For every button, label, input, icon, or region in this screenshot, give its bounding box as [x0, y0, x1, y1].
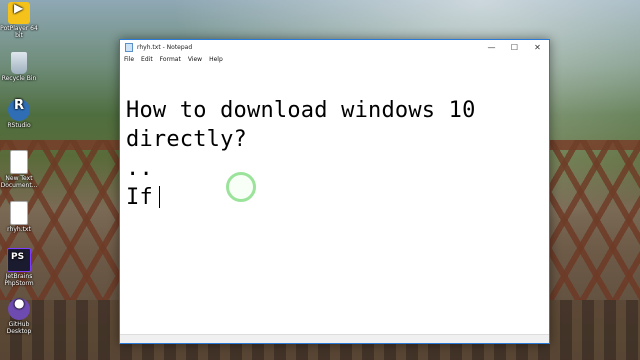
- window-controls: — ☐ ✕: [480, 40, 549, 54]
- desktop-icon-potplayer[interactable]: PotPlayer 64 bit: [0, 2, 38, 39]
- window-title: rhyh.txt - Notepad: [137, 43, 193, 51]
- phpstorm-icon: [7, 248, 31, 272]
- desktop-icon-rhyh-txt[interactable]: rhyh.txt: [0, 201, 38, 233]
- notepad-window: rhyh.txt - Notepad — ☐ ✕ File Edit Forma…: [119, 39, 550, 344]
- current-line-text: If: [126, 185, 153, 210]
- desktop-icon-label: New Text Document...: [0, 175, 38, 189]
- click-indicator: [226, 172, 256, 202]
- recycle-bin-icon: [11, 52, 27, 74]
- menu-bar: File Edit Format View Help: [120, 54, 549, 65]
- title-bar[interactable]: rhyh.txt - Notepad — ☐ ✕: [120, 40, 549, 54]
- github-desktop-icon: [8, 298, 30, 320]
- window-bottom-edge: [120, 334, 549, 343]
- text-line: How to download windows 10: [126, 98, 476, 123]
- notepad-icon: [125, 42, 133, 52]
- desktop-icon-label: JetBrains PhpStorm: [4, 273, 34, 287]
- text-caret: [158, 186, 160, 208]
- text-line: ..: [126, 156, 153, 181]
- desktop-icon-recycle-bin[interactable]: Recycle Bin: [0, 52, 38, 82]
- menu-file[interactable]: File: [124, 56, 134, 63]
- desktop-icon-label: Recycle Bin: [1, 75, 37, 82]
- menu-view[interactable]: View: [188, 56, 202, 63]
- text-document-icon: [10, 150, 28, 174]
- desktop-icon-label: PotPlayer 64 bit: [0, 25, 38, 39]
- desktop-icon-phpstorm[interactable]: JetBrains PhpStorm: [0, 248, 38, 287]
- desktop-icon-new-text-document[interactable]: New Text Document...: [0, 150, 38, 189]
- maximize-button[interactable]: ☐: [503, 40, 526, 54]
- desktop-icons: PotPlayer 64 bit Recycle Bin RStudio New…: [0, 0, 40, 360]
- menu-help[interactable]: Help: [209, 56, 223, 63]
- potplayer-icon: [8, 2, 30, 24]
- text-line-current: If: [126, 183, 549, 212]
- text-document-icon: [10, 201, 28, 225]
- desktop-icon-rstudio[interactable]: RStudio: [0, 99, 38, 129]
- text-line: directly?: [126, 127, 248, 152]
- desktop-icon-github-desktop[interactable]: GitHub Desktop: [0, 298, 38, 335]
- close-button[interactable]: ✕: [526, 40, 549, 54]
- desktop-icon-label: GitHub Desktop: [6, 321, 32, 335]
- minimize-button[interactable]: —: [480, 40, 503, 54]
- rstudio-icon: [8, 99, 30, 121]
- text-editor-area[interactable]: How to download windows 10 directly? .. …: [120, 66, 549, 335]
- menu-format[interactable]: Format: [160, 56, 181, 63]
- desktop-icon-label: rhyh.txt: [7, 226, 31, 233]
- desktop-icon-label: RStudio: [7, 122, 31, 129]
- menu-edit[interactable]: Edit: [141, 56, 153, 63]
